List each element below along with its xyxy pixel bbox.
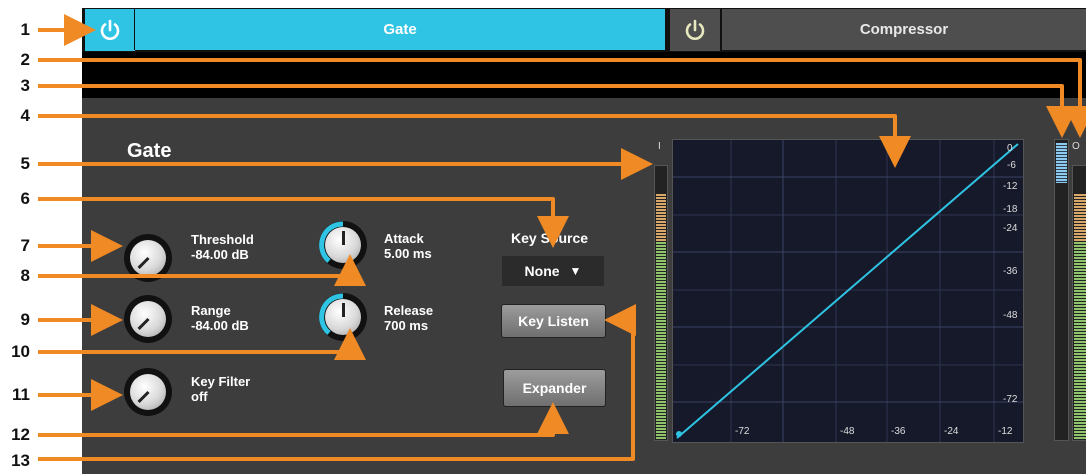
callout-number: 12 [11,425,30,444]
callout-lines [38,14,1086,461]
callout-number: 4 [20,106,30,125]
callout-number: 6 [20,189,30,208]
callout-number: 11 [12,385,30,404]
callout-number: 10 [11,342,30,361]
callout-number: 13 [11,451,30,470]
callout-number: 2 [20,50,30,69]
callout-number: 3 [20,76,30,95]
callout-number: 5 [20,154,30,173]
callout-number: 7 [20,236,30,255]
callout-number: 9 [20,310,30,329]
callout-number: 8 [20,266,30,285]
callout-number: 1 [20,20,30,39]
